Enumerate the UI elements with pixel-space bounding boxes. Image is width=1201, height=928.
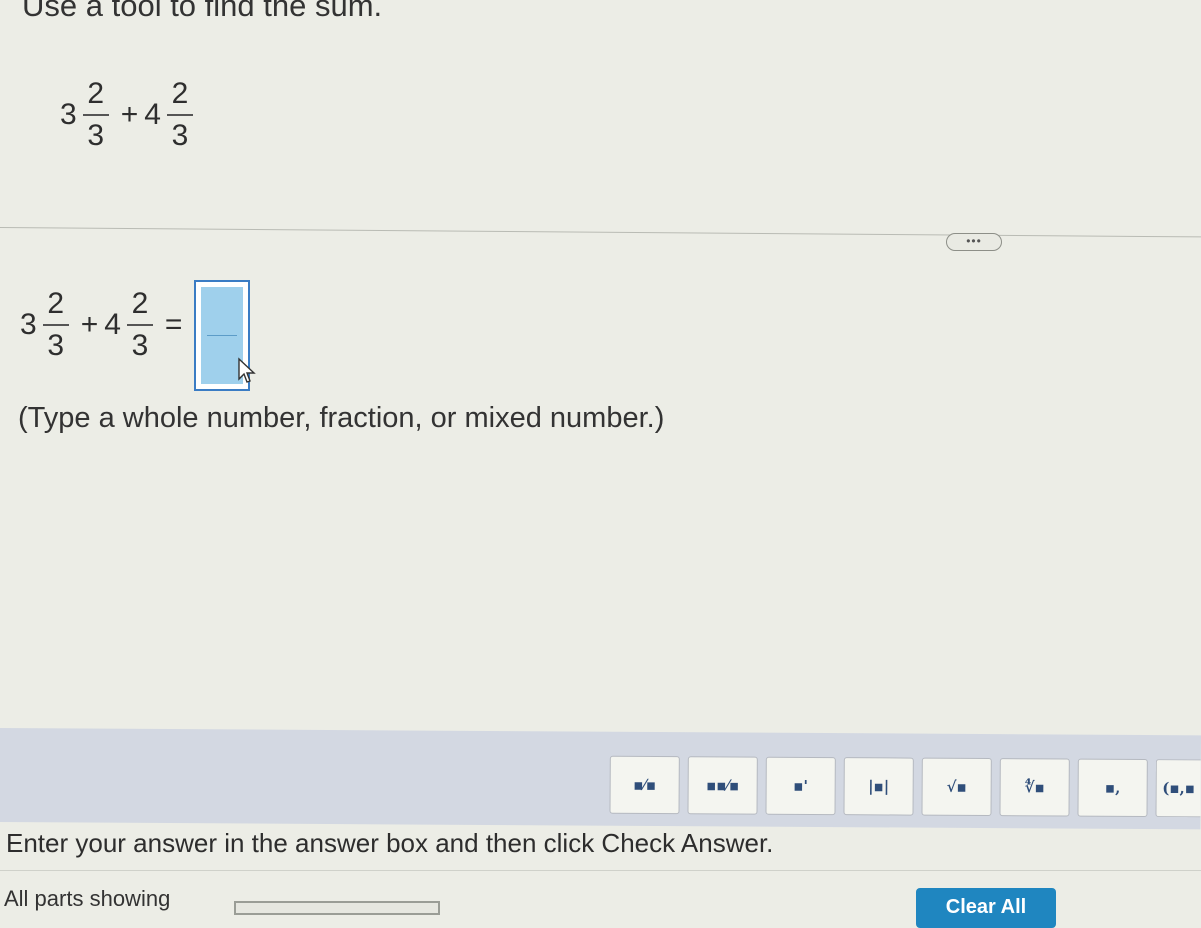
term1-denominator: 3 <box>87 118 105 152</box>
fraction-bar <box>42 323 69 326</box>
progress-bar <box>234 901 440 915</box>
answer-term2-numerator: 2 <box>131 287 149 320</box>
section-divider <box>0 227 1201 238</box>
term1-whole: 3 <box>60 97 77 131</box>
answer-term1-fraction: 2 3 <box>42 287 69 362</box>
answer-term1-denominator: 3 <box>47 328 65 362</box>
absolute-value-icon: |▪| <box>868 777 890 796</box>
ordered-pair-icon: (▪,▪ <box>1162 779 1196 798</box>
mixed-number-button[interactable]: ▪▪⁄▪ <box>687 756 758 815</box>
exponent-icon: ▪' <box>793 776 809 795</box>
math-toolbar: ▪⁄▪ ▪▪⁄▪ ▪' |▪| √▪ ∜▪ ▪, (▪,▪ <box>0 728 1201 830</box>
term2-numerator: 2 <box>171 77 189 110</box>
subscript-icon: ▪, <box>1104 778 1121 797</box>
exponent-button[interactable]: ▪' <box>765 756 836 816</box>
equals-sign: = <box>164 307 183 341</box>
more-options-button[interactable]: ••• <box>946 233 1002 251</box>
parts-showing-label: All parts showing <box>4 886 171 911</box>
term2-whole: 4 <box>144 97 161 131</box>
question-instruction: Use a tool to find the sum. <box>22 0 383 23</box>
ordered-pair-button[interactable]: (▪,▪ <box>1155 759 1201 818</box>
fraction-bar <box>166 113 193 116</box>
fraction-input-bar <box>207 335 237 336</box>
footer-divider <box>0 870 1201 871</box>
nth-root-icon: ∜▪ <box>1024 778 1045 797</box>
square-root-button[interactable]: √▪ <box>921 757 992 817</box>
fraction-bar <box>82 113 109 116</box>
mixed-number-icon: ▪▪⁄▪ <box>706 776 740 795</box>
fraction-button[interactable]: ▪⁄▪ <box>609 755 680 815</box>
plus-operator: + <box>80 307 99 341</box>
term1-fraction: 2 3 <box>82 77 109 152</box>
clear-all-button[interactable]: Clear All <box>916 888 1056 928</box>
subscript-button[interactable]: ▪, <box>1077 758 1148 818</box>
fraction-bar <box>126 323 153 326</box>
term2-denominator: 3 <box>171 118 189 152</box>
answer-term1-numerator: 2 <box>47 287 65 320</box>
absolute-value-button[interactable]: |▪| <box>843 757 914 816</box>
answer-format-hint: (Type a whole number, fraction, or mixed… <box>18 402 665 434</box>
plus-operator: + <box>120 97 139 131</box>
mouse-cursor-icon <box>238 357 256 383</box>
answer-term2-denominator: 3 <box>131 328 149 362</box>
answer-term1-whole: 3 <box>20 307 37 341</box>
nth-root-button[interactable]: ∜▪ <box>999 758 1070 817</box>
answer-expression: 3 2 3 + 4 2 3 = <box>20 288 188 361</box>
term1-numerator: 2 <box>87 77 105 110</box>
footer-instruction: Enter your answer in the answer box and … <box>6 828 774 858</box>
problem-expression: 3 2 3 + 4 2 3 <box>60 78 199 151</box>
term2-fraction: 2 3 <box>166 77 193 152</box>
square-root-icon: √▪ <box>946 777 967 796</box>
answer-term2-fraction: 2 3 <box>126 287 153 362</box>
answer-term2-whole: 4 <box>104 307 121 341</box>
fraction-icon: ▪⁄▪ <box>633 775 657 795</box>
